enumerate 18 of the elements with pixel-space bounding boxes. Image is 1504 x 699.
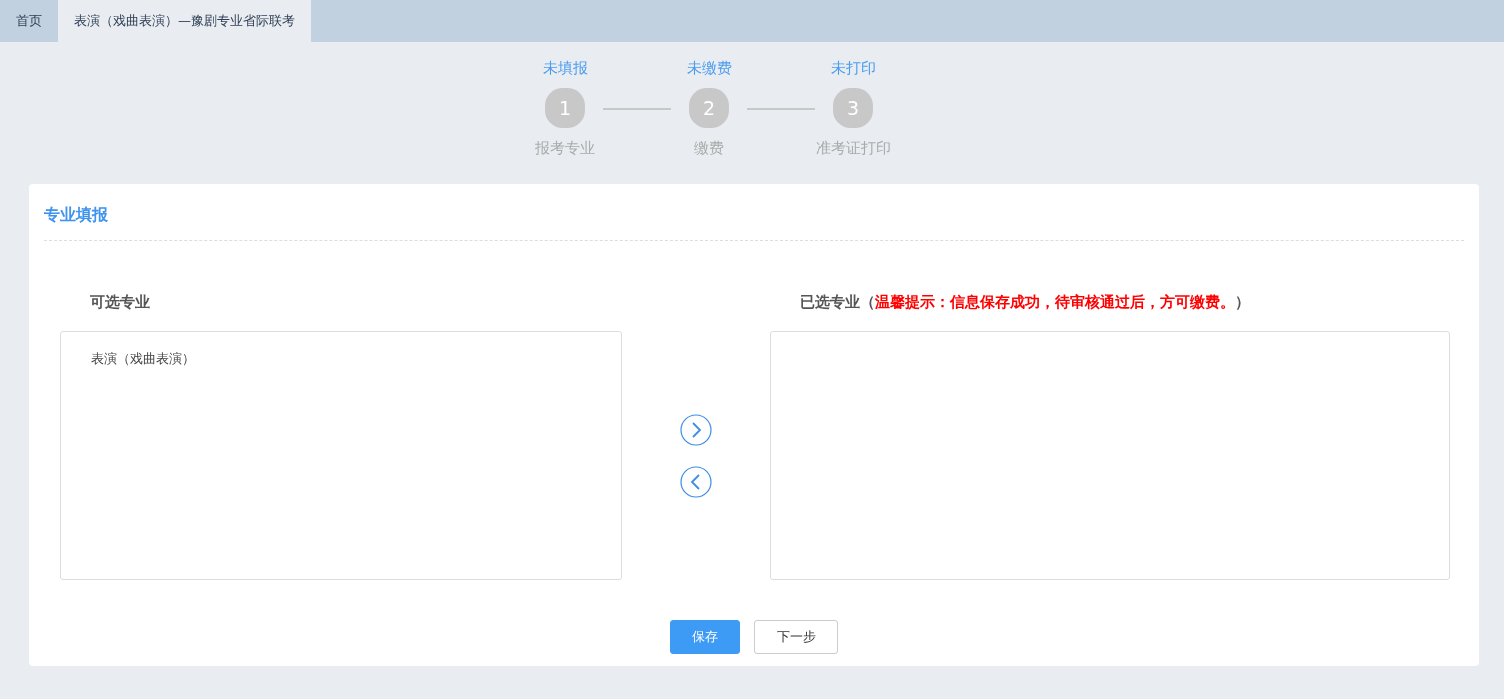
step-label: 报考专业 — [535, 138, 595, 158]
column-heading: 可选专业 — [90, 293, 150, 311]
hint-text: （温馨提示：信息保存成功，待审核通过后，方可缴费。） — [860, 293, 1250, 311]
column-heading: 已选专业 — [800, 293, 860, 311]
step-label: 缴费 — [694, 138, 724, 158]
list-item[interactable]: 表演（戏曲表演） — [91, 350, 591, 368]
move-left-icon[interactable] — [680, 465, 712, 498]
move-right-icon[interactable] — [680, 413, 712, 446]
next-button[interactable]: 下一步 — [754, 620, 838, 654]
step-connector — [603, 108, 671, 110]
card-title: 专业填报 — [44, 204, 109, 226]
step-label: 准考证打印 — [815, 138, 891, 158]
step-connector — [747, 108, 815, 110]
step-status: 未打印 — [830, 58, 876, 78]
tab[interactable]: 首页 — [0, 0, 58, 42]
step-status: 未缴费 — [686, 58, 732, 78]
tab[interactable]: 表演（戏曲表演）—豫剧专业省际联考 — [58, 0, 311, 42]
step-status: 未填报 — [542, 58, 588, 78]
